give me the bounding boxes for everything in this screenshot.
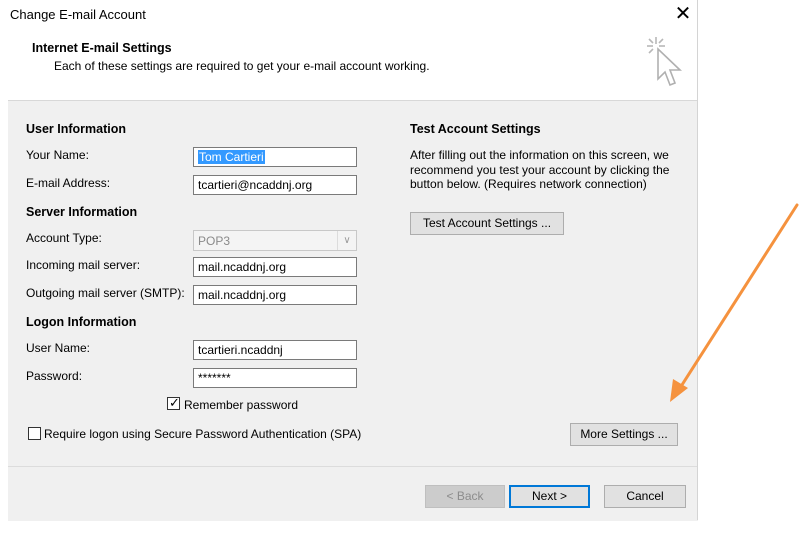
change-email-account-dialog: Change E-mail Account ✕ Internet E-mail … <box>8 0 698 521</box>
your-name-label: Your Name: <box>26 148 89 162</box>
password-label: Password: <box>26 369 83 383</box>
outgoing-server-input[interactable]: mail.ncaddnj.org <box>193 285 357 305</box>
test-account-settings-button[interactable]: Test Account Settings ... <box>410 212 564 235</box>
header-subtitle: Each of these settings are required to g… <box>54 59 430 73</box>
user-info-heading: User Information <box>26 122 127 136</box>
email-address-input[interactable]: tcartieri@ncaddnj.org <box>193 175 357 195</box>
chevron-down-icon: ∨ <box>337 231 356 250</box>
incoming-server-input[interactable]: mail.ncaddnj.org <box>193 257 357 277</box>
account-type-value: POP3 <box>198 234 231 248</box>
cancel-button[interactable]: Cancel <box>604 485 686 508</box>
header-title: Internet E-mail Settings <box>32 41 172 55</box>
user-name-label: User Name: <box>26 341 91 355</box>
outgoing-server-label: Outgoing mail server (SMTP): <box>26 286 185 300</box>
more-settings-button[interactable]: More Settings ... <box>570 423 678 446</box>
close-icon: ✕ <box>674 3 692 25</box>
next-button[interactable]: Next > <box>509 485 590 508</box>
spa-label: Require logon using Secure Password Auth… <box>44 427 362 441</box>
your-name-value: Tom Cartieri <box>198 150 265 164</box>
remember-password-checkbox[interactable]: ✓ <box>167 395 180 410</box>
cursor-sparkle-icon <box>647 37 682 87</box>
spa-checkbox[interactable] <box>28 427 41 440</box>
remember-password-label: Remember password <box>184 398 299 412</box>
email-address-label: E-mail Address: <box>26 176 111 190</box>
incoming-server-label: Incoming mail server: <box>26 258 141 272</box>
checkmark-icon: ✓ <box>169 395 180 410</box>
window-title: Change E-mail Account <box>10 7 146 22</box>
close-button[interactable]: ✕ <box>672 4 694 26</box>
logon-info-heading: Logon Information <box>26 315 137 329</box>
user-name-input[interactable]: tcartieri.ncaddnj <box>193 340 357 360</box>
server-info-heading: Server Information <box>26 205 138 219</box>
account-type-label: Account Type: <box>26 231 102 245</box>
your-name-input[interactable]: Tom Cartieri <box>193 147 357 167</box>
wizard-footer <box>8 466 698 521</box>
test-settings-description: After filling out the information on thi… <box>410 148 670 191</box>
password-input[interactable]: ******* <box>193 368 357 388</box>
back-button[interactable]: < Back <box>425 485 505 508</box>
account-type-select: POP3 ∨ <box>193 230 357 251</box>
window-edge <box>697 0 698 520</box>
test-settings-heading: Test Account Settings <box>410 122 541 136</box>
